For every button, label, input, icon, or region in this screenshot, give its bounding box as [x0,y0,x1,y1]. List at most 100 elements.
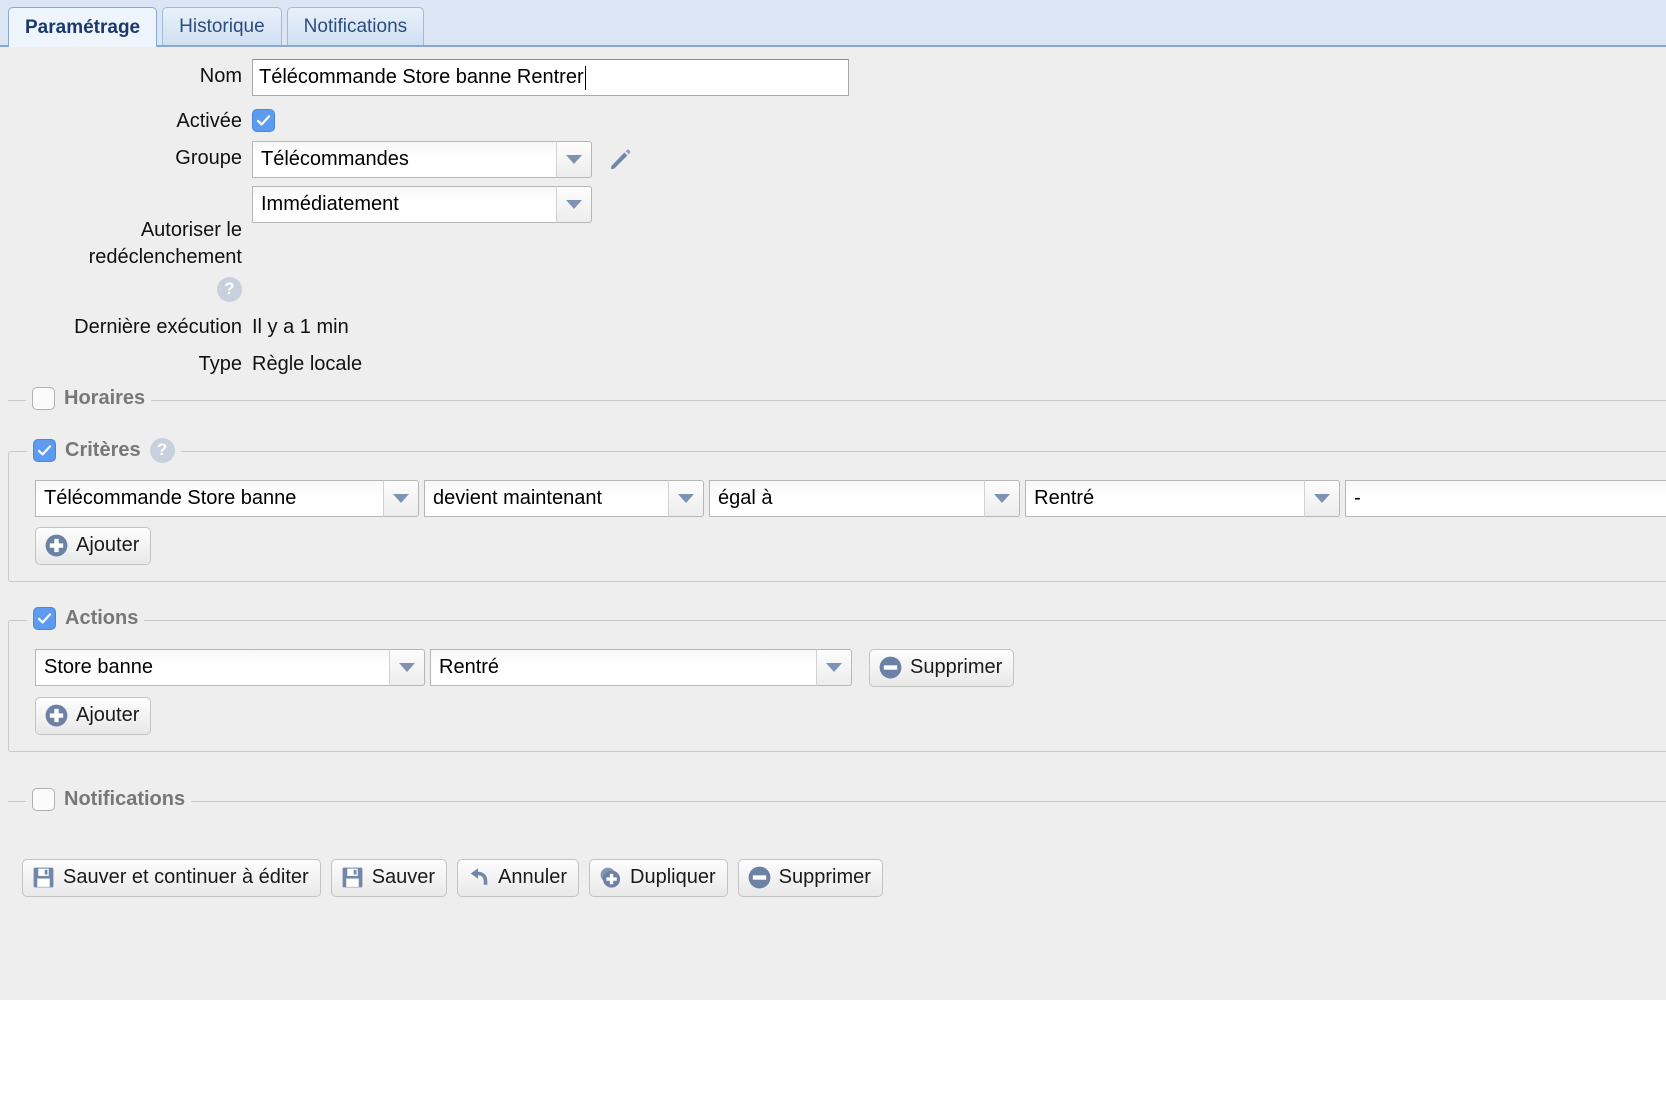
tab-notifications[interactable]: Notifications [286,7,425,45]
tab-notifications-label: Notifications [303,15,408,37]
label-activee: Activée [176,110,242,132]
action-delete-label: Supprimer [910,656,1003,679]
criteria-source-select[interactable]: Télécommande Store banne [35,479,420,517]
cancel-button[interactable]: Annuler [457,858,580,897]
criteria-operator-value: égal à [709,479,985,517]
text-caret [584,65,586,90]
actions-checkbox[interactable] [33,606,56,630]
duplicate-icon [600,868,621,889]
field-row-activee: Activée [0,104,1666,133]
section-criteres-legend: Critères ? [27,437,181,463]
criteria-add-label: Ajouter [76,534,140,557]
chevron-down-icon [556,141,592,178]
section-actions-legend: Actions [27,606,145,630]
section-notifications-legend: Notifications [26,787,192,811]
chevron-down-icon [668,479,705,517]
retrigger-select[interactable]: Immédiatement [252,186,592,223]
floppy-disk-icon [33,868,54,888]
chevron-down-icon [383,479,420,517]
criteria-extra-select[interactable]: - [1345,479,1666,517]
tab-historique[interactable]: Historique [162,7,282,45]
plus-circle-icon [45,705,68,727]
enabled-checkbox[interactable] [252,109,275,132]
action-add-label: Ajouter [76,704,140,727]
label-groupe: Groupe [175,147,242,169]
chevron-down-icon [984,479,1021,517]
criteria-source-value: Télécommande Store banne [35,479,384,517]
save-and-continue-button[interactable]: Sauver et continuer à éditer [22,858,321,897]
section-horaires-legend: Horaires [26,386,152,410]
minus-circle-icon [748,867,771,889]
group-select[interactable]: Télécommandes [252,141,592,178]
action-command-select[interactable]: Rentré [430,649,852,687]
derniere-execution-value: Il y a 1 min [252,315,349,338]
criteria-event-select[interactable]: devient maintenant [424,479,705,517]
action-delete-button[interactable]: Supprimer [869,648,1015,687]
undo-arrow-icon [470,868,488,886]
type-value: Règle locale [252,352,363,375]
action-add-button[interactable]: Ajouter [35,696,152,735]
delete-button[interactable]: Supprimer [737,858,883,897]
horaires-checkbox[interactable] [32,386,55,410]
criteria-event-value: devient maintenant [424,479,669,517]
criteria-value-select[interactable]: Rentré [1025,479,1341,517]
section-criteres: Critères ? Télécommande Store banne devi… [8,437,1666,582]
action-device-select[interactable]: Store banne [35,649,425,687]
section-actions: Actions Store banne Rentré Supprimer Ajo… [8,606,1666,752]
criteria-row: Télécommande Store banne devient mainten… [35,479,1666,517]
group-select-value: Télécommandes [252,141,556,178]
label-nom: Nom [199,65,242,87]
section-notifications: Notifications [8,787,1666,811]
section-notifications-label: Notifications [64,787,186,810]
duplicate-button[interactable]: Dupliquer [589,858,728,897]
chevron-down-icon [816,649,852,687]
pencil-icon[interactable] [608,147,633,172]
label-derniere-execution: Dernière exécution [74,315,242,338]
tab-bar: Paramétrage Historique Notifications [0,0,1666,47]
label-type: Type [198,352,242,375]
field-row-redeclenchement: Autoriser le redéclenchement ? Immédiate… [0,186,1666,302]
save-label: Sauver [371,866,436,889]
action-device-value: Store banne [35,649,389,687]
settings-panel: Nom Télécommande Store banne Rentrer Act… [0,47,1666,1000]
tab-parametrage-label: Paramétrage [25,16,141,38]
section-actions-label: Actions [65,606,139,629]
notifications-checkbox[interactable] [32,787,55,811]
plus-circle-icon [45,535,68,557]
retrigger-select-value: Immédiatement [252,186,556,223]
section-horaires: Horaires [8,386,1666,410]
criteria-value-value: Rentré [1025,479,1305,517]
tab-parametrage[interactable]: Paramétrage [8,7,158,47]
save-button[interactable]: Sauver [330,858,448,897]
section-criteres-label: Critères [65,438,141,461]
save-and-continue-label: Sauver et continuer à éditer [63,866,309,889]
duplicate-label: Dupliquer [630,866,716,889]
field-row-derniere-execution: Dernière exécution Il y a 1 min [0,316,1666,339]
field-row-nom: Nom Télécommande Store banne Rentrer [0,59,1666,96]
help-icon[interactable]: ? [217,276,242,302]
actions-body: Store banne Rentré Supprimer Ajouter [9,635,1666,735]
name-input-value: Télécommande Store banne Rentrer [259,66,584,88]
criteres-checkbox[interactable] [33,438,56,462]
help-icon[interactable]: ? [149,437,175,463]
chevron-down-icon [556,186,592,223]
cancel-label: Annuler [498,866,568,889]
minus-circle-icon [879,657,902,679]
field-row-type: Type Règle locale [0,353,1666,376]
section-horaires-label: Horaires [64,386,146,409]
floppy-disk-icon [342,868,363,888]
delete-label: Supprimer [778,866,871,889]
action-command-value: Rentré [430,649,816,687]
action-row: Store banne Rentré Supprimer [35,648,1666,687]
tab-historique-label: Historique [179,15,265,37]
criteria-extra-value: - [1345,479,1666,517]
criteres-body: Télécommande Store banne devient mainten… [9,466,1666,565]
bottom-toolbar: Sauver et continuer à éditer Sauver Annu… [0,802,1666,897]
chevron-down-icon [389,649,425,687]
field-row-groupe: Groupe Télécommandes [0,141,1666,178]
criteria-add-button[interactable]: Ajouter [35,526,152,565]
chevron-down-icon [1304,479,1341,517]
name-input[interactable]: Télécommande Store banne Rentrer [252,59,849,96]
label-redeclenchement: Autoriser le redéclenchement [88,219,242,268]
criteria-operator-select[interactable]: égal à [709,479,1021,517]
